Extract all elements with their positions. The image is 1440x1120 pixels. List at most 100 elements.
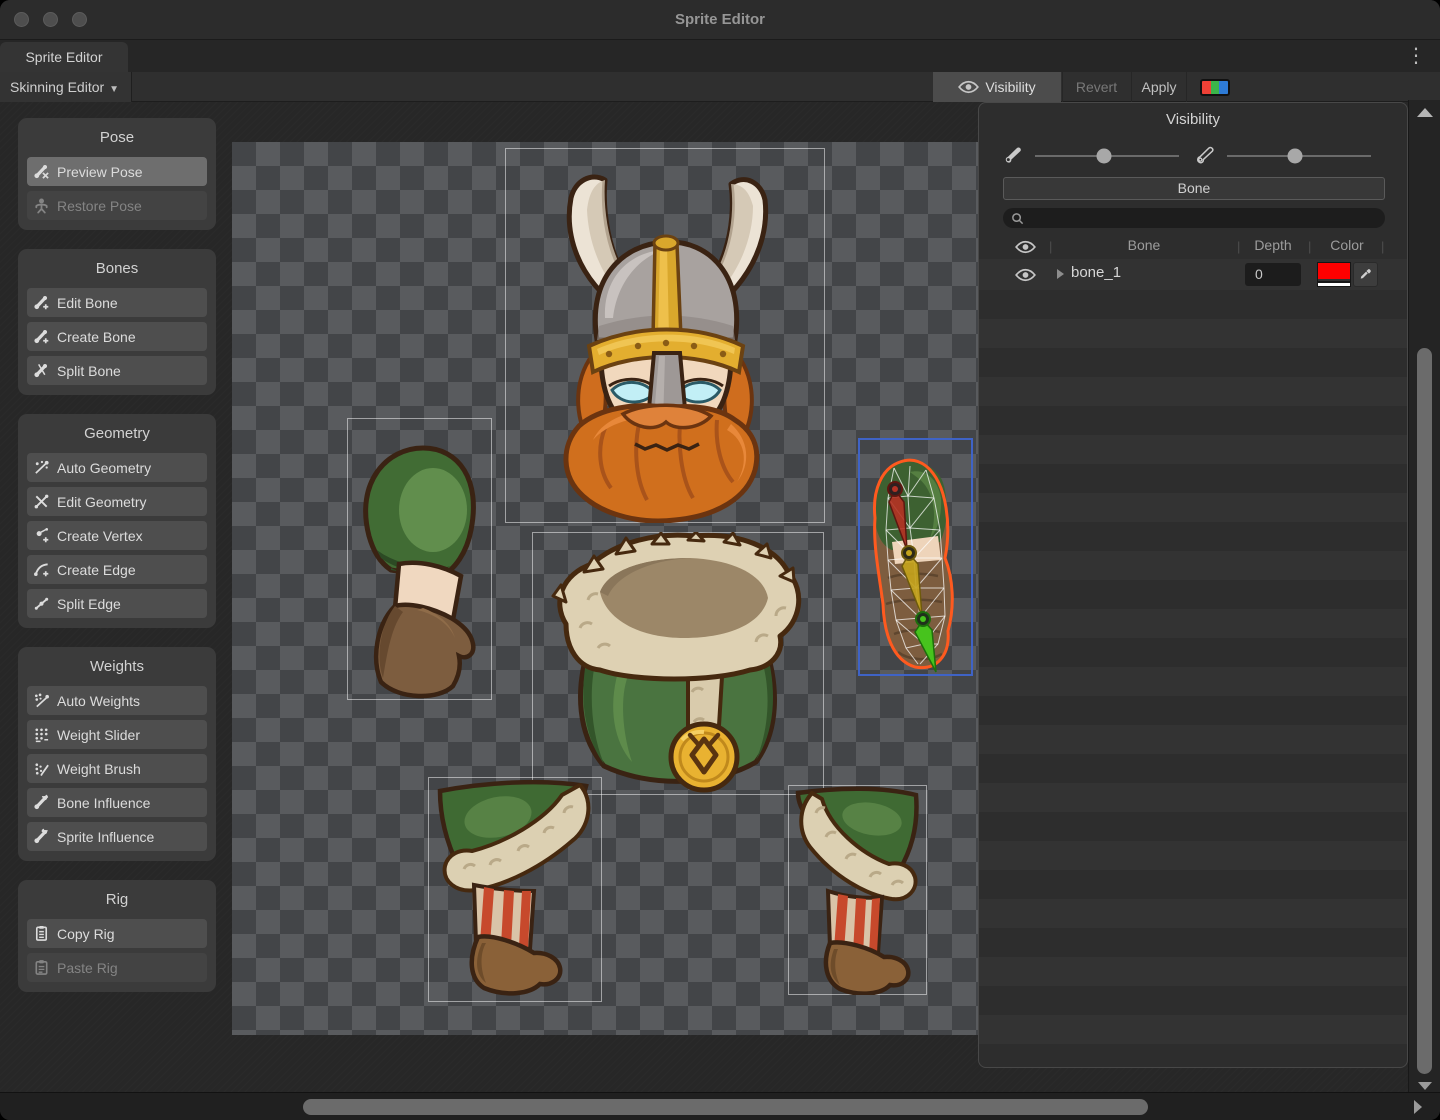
- vertical-scrollbar-thumb[interactable]: [1417, 348, 1432, 1074]
- edit-geometry-icon: [33, 493, 50, 510]
- tool-button-label: Create Bone: [57, 329, 136, 345]
- viking-right-leg-sprite[interactable]: [788, 785, 927, 995]
- group-title-rig: Rig: [27, 888, 207, 914]
- tool-button-label: Split Edge: [57, 596, 121, 612]
- tool-button-paste-rig[interactable]: Paste Rig: [27, 953, 207, 982]
- bone-outline-icon: [1195, 145, 1215, 165]
- tool-button-create-vertex[interactable]: Create Vertex: [27, 521, 207, 550]
- mesh-opacity-slider[interactable]: [1227, 155, 1371, 157]
- tool-button-edit-bone[interactable]: Edit Bone: [27, 288, 207, 317]
- bone-plus-icon: [33, 328, 50, 345]
- toolbar: Skinning Editor▼ Visibility Revert Apply: [0, 72, 1440, 102]
- column-header-depth[interactable]: Depth: [1245, 237, 1301, 253]
- bone-influence-icon: [33, 794, 50, 811]
- tool-button-split-bone[interactable]: Split Bone: [27, 356, 207, 385]
- bone-list-empty-row: [979, 464, 1407, 493]
- kebab-menu-icon[interactable]: ⋮: [1406, 42, 1426, 70]
- visibility-panel: Visibility Bone | Bone | Depth | Color |: [978, 102, 1408, 1068]
- disclosure-triangle-icon[interactable]: [1057, 269, 1064, 279]
- bone-list-empty-row: [979, 435, 1407, 464]
- tool-button-label: Restore Pose: [57, 198, 142, 214]
- bone-split-icon: [33, 362, 50, 379]
- scroll-up-icon[interactable]: [1417, 108, 1433, 117]
- weight-brush-icon: [33, 760, 50, 777]
- eyedropper-icon: [1358, 267, 1373, 282]
- tool-button-auto-geometry[interactable]: Auto Geometry: [27, 453, 207, 482]
- visibility-toggle-button[interactable]: Visibility: [933, 72, 1061, 102]
- tool-button-create-edge[interactable]: Create Edge: [27, 555, 207, 584]
- viking-selected-arm-sprite[interactable]: [858, 438, 973, 676]
- group-title-weights: Weights: [27, 655, 207, 681]
- bone-list-empty-row: [979, 870, 1407, 899]
- tool-button-edit-geometry[interactable]: Edit Geometry: [27, 487, 207, 516]
- horizontal-scrollbar[interactable]: [0, 1092, 1440, 1120]
- eye-icon[interactable]: [1015, 268, 1036, 282]
- tool-button-weight-brush[interactable]: Weight Brush: [27, 754, 207, 783]
- group-title-geometry: Geometry: [27, 422, 207, 448]
- tool-button-label: Weight Slider: [57, 727, 140, 743]
- mesh-opacity-knob[interactable]: [1287, 149, 1302, 164]
- bone-list-empty-row: [979, 348, 1407, 377]
- bone-color-swatch[interactable]: [1317, 262, 1351, 287]
- bone-filled-icon: [1003, 145, 1023, 165]
- horizontal-scrollbar-thumb[interactable]: [303, 1099, 1148, 1115]
- revert-button[interactable]: Revert: [1062, 72, 1130, 102]
- bone-list-empty-row: [979, 377, 1407, 406]
- depth-field[interactable]: 0: [1245, 263, 1301, 286]
- eye-column-header-icon[interactable]: [1015, 240, 1036, 254]
- viking-mitten-arm-sprite[interactable]: [347, 418, 492, 700]
- tool-button-preview-pose[interactable]: Preview Pose: [27, 157, 207, 186]
- tool-button-label: Bone Influence: [57, 795, 150, 811]
- tool-button-weight-slider[interactable]: Weight Slider: [27, 720, 207, 749]
- tool-button-label: Copy Rig: [57, 926, 115, 942]
- bone-list-empty-row: [979, 899, 1407, 928]
- tool-group-rig: Rig Copy Rig Paste Rig: [18, 880, 216, 992]
- scroll-right-icon[interactable]: [1414, 1100, 1422, 1114]
- title-bar: Sprite Editor: [0, 0, 1440, 40]
- tool-button-auto-weights[interactable]: Auto Weights: [27, 686, 207, 715]
- tool-button-create-bone[interactable]: Create Bone: [27, 322, 207, 351]
- bone-opacity-slider[interactable]: [1035, 155, 1179, 157]
- sprite-canvas[interactable]: [232, 142, 978, 1035]
- auto-geometry-icon: [33, 459, 50, 476]
- tool-button-restore-pose[interactable]: Restore Pose: [27, 191, 207, 220]
- bone-list-empty-row: [979, 928, 1407, 957]
- tool-button-label: Split Bone: [57, 363, 121, 379]
- tool-button-split-edge[interactable]: Split Edge: [27, 589, 207, 618]
- tool-button-label: Edit Bone: [57, 295, 118, 311]
- tab-sprite-editor[interactable]: Sprite Editor: [0, 42, 128, 72]
- column-header-color[interactable]: Color: [1317, 237, 1377, 253]
- viking-torso-sprite[interactable]: [532, 532, 824, 795]
- tool-button-copy-rig[interactable]: Copy Rig: [27, 919, 207, 948]
- chevron-down-icon: ▼: [109, 84, 119, 95]
- group-title-bones: Bones: [27, 257, 207, 283]
- viking-left-leg-sprite[interactable]: [428, 777, 602, 1002]
- viking-head-sprite[interactable]: [505, 148, 825, 523]
- scroll-down-icon[interactable]: [1418, 1082, 1432, 1090]
- apply-button[interactable]: Apply: [1131, 72, 1187, 102]
- bone-list-empty-row: [979, 580, 1407, 609]
- tool-button-bone-influence[interactable]: Bone Influence: [27, 788, 207, 817]
- tab-bone[interactable]: Bone: [1003, 177, 1385, 200]
- search-field[interactable]: [1003, 208, 1385, 228]
- vertical-scrollbar[interactable]: [1408, 100, 1440, 1092]
- column-header-bone[interactable]: Bone: [1089, 237, 1199, 253]
- bone-name[interactable]: bone_1: [1071, 264, 1121, 281]
- bone-opacity-knob[interactable]: [1097, 149, 1112, 164]
- sprite-influence-icon: [33, 828, 50, 845]
- bone-list-empty-row: [979, 696, 1407, 725]
- bone-list-empty-row: [979, 493, 1407, 522]
- mode-dropdown[interactable]: Skinning Editor▼: [0, 72, 132, 102]
- tool-button-label: Auto Geometry: [57, 460, 151, 476]
- tool-button-label: Create Vertex: [57, 528, 143, 544]
- table-row-bone-1[interactable]: bone_1 0: [979, 259, 1407, 290]
- column-separator: |: [1049, 239, 1052, 254]
- search-input[interactable]: [1029, 210, 1377, 227]
- tool-button-sprite-influence[interactable]: Sprite Influence: [27, 822, 207, 851]
- bone-list-empty-row: [979, 986, 1407, 1015]
- eyedropper-button[interactable]: [1353, 262, 1378, 287]
- bone-list-empty-row: [979, 522, 1407, 551]
- rgb-channels-icon[interactable]: [1200, 79, 1230, 96]
- tab-bar: Sprite Editor ⋮: [0, 40, 1440, 72]
- person-icon: [33, 197, 50, 214]
